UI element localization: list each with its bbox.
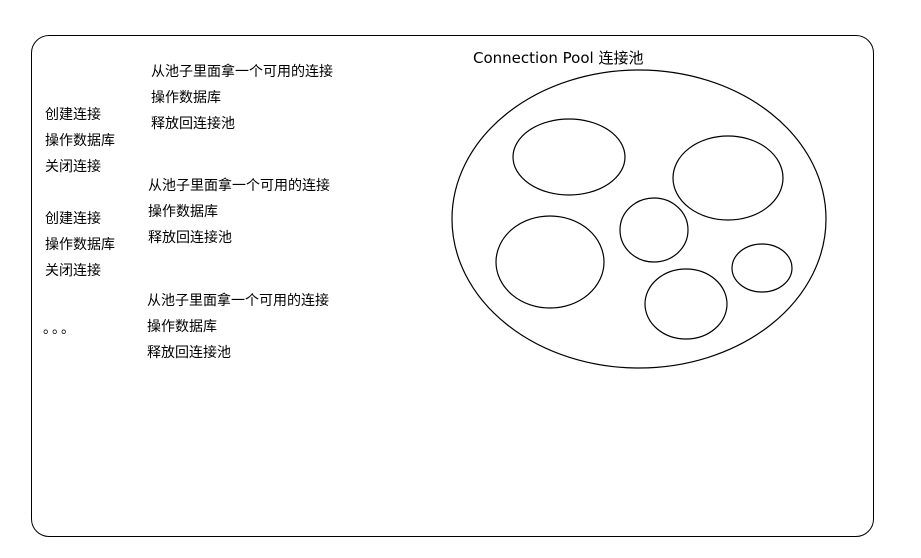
pool-connection [512,118,626,196]
pool-connection [672,135,784,221]
connection-pool-illustration [451,69,827,369]
pool-boundary [451,69,827,369]
pool-connection [644,268,728,340]
pool-connection [619,197,689,263]
pool-connection [731,243,793,293]
pool-connection [495,215,605,309]
